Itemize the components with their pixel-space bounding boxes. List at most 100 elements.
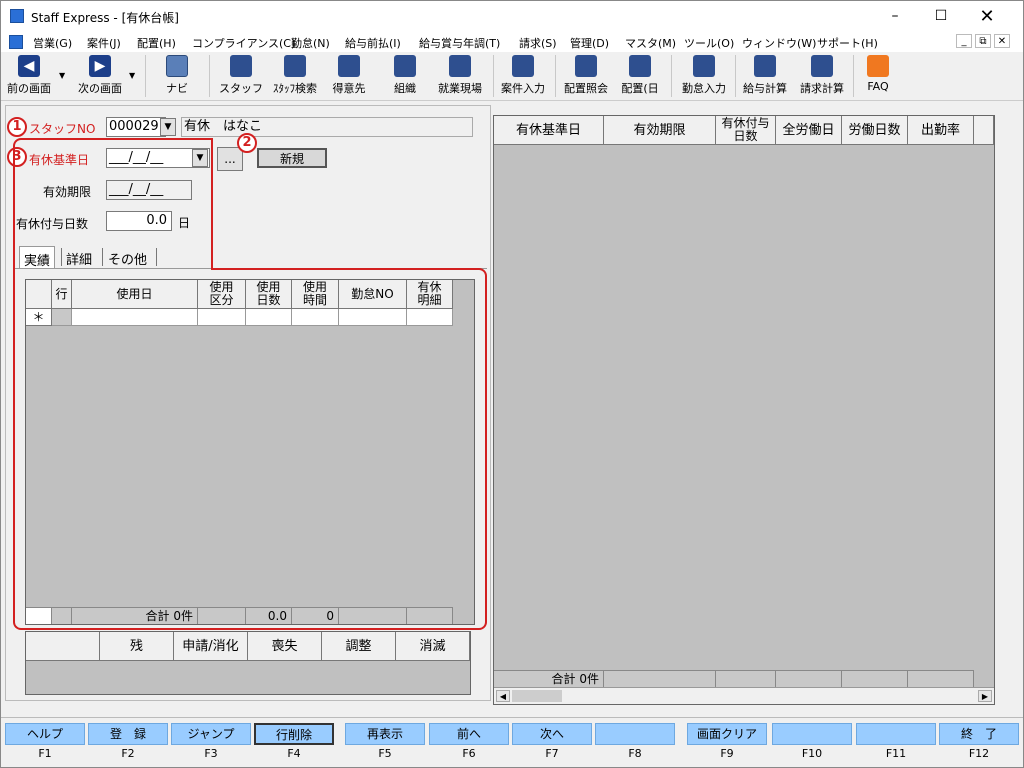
toolbar-separator: [735, 55, 736, 97]
assign-inquiry-button[interactable]: 配置照会: [561, 55, 611, 99]
f9-key-label: F9: [720, 747, 734, 760]
toolbar-separator: [671, 55, 672, 97]
case-entry-button[interactable]: 案件入力: [497, 55, 549, 99]
mdi-minimize-icon[interactable]: _: [956, 34, 972, 48]
menu-billing[interactable]: 請求(S): [519, 35, 557, 51]
ellipsis-button[interactable]: ...: [217, 147, 243, 171]
staff-button[interactable]: スタッフ: [219, 55, 263, 99]
col-lost: 喪失: [248, 632, 322, 661]
f8-button[interactable]: [595, 723, 675, 745]
col-blank: [974, 116, 994, 145]
col-attendance-rate: 出勤率: [908, 116, 974, 145]
organization-icon: [394, 55, 416, 77]
faq-button[interactable]: FAQ: [861, 55, 895, 99]
menu-support[interactable]: サポート(H): [817, 35, 878, 51]
f11-key-label: F11: [885, 747, 907, 760]
new-button[interactable]: 新規: [257, 148, 327, 168]
scroll-right-icon[interactable]: ▶: [978, 690, 992, 702]
menu-sales[interactable]: 営業(G): [33, 35, 72, 51]
close-icon[interactable]: ✕: [964, 1, 1010, 32]
menu-master[interactable]: マスタ(M): [625, 35, 676, 51]
toolbar-separator: [493, 55, 494, 97]
assign-day-button[interactable]: 配置(日: [617, 55, 663, 99]
menu-payroll[interactable]: 給与賞与年調(T): [419, 35, 500, 51]
f4-delete-row-button[interactable]: 行削除: [254, 723, 334, 745]
menu-assign[interactable]: 配置(H): [137, 35, 176, 51]
maximize-icon[interactable]: ☐: [918, 1, 964, 32]
col-base-date: 有休基準日: [494, 116, 604, 145]
f10-button[interactable]: [772, 723, 852, 745]
col-total-workdays: 全労働日: [776, 116, 842, 145]
menu-admin[interactable]: 管理(D): [570, 35, 609, 51]
menu-bar: 営業(G) 案件(J) 配置(H) コンプライアンス(C) 勤怠(N) 給与前払…: [1, 32, 1023, 52]
attendance-entry-button[interactable]: 勤怠入力: [677, 55, 731, 99]
app-menu-icon[interactable]: [9, 35, 23, 49]
scroll-thumb[interactable]: [512, 690, 562, 702]
f6-prev-button[interactable]: 前へ: [429, 723, 509, 745]
staff-no-field[interactable]: 000029: [106, 117, 166, 137]
toolbar-separator: [853, 55, 854, 97]
staff-no-dropdown-icon[interactable]: ▼: [160, 118, 176, 136]
menu-tools[interactable]: ツール(O): [684, 35, 734, 51]
building-icon: [338, 55, 360, 77]
f8-key-label: F8: [628, 747, 642, 760]
case-entry-icon: [512, 55, 534, 77]
menu-advance-pay[interactable]: 給与前払(I): [345, 35, 401, 51]
attendance-entry-icon: [693, 55, 715, 77]
worksite-icon: [449, 55, 471, 77]
summary-grid: 残 申請/消化 喪失 調整 消滅: [25, 631, 471, 695]
back-dropdown-icon[interactable]: ▼: [59, 71, 65, 80]
col-expiry: 有効期限: [604, 116, 716, 145]
history-total: 合計 0件: [494, 670, 604, 687]
footer-cell: [842, 670, 908, 687]
bill-calc-button[interactable]: 請求計算: [795, 55, 849, 99]
summary-corner: [26, 632, 100, 661]
scroll-left-icon[interactable]: ◀: [496, 690, 510, 702]
faq-icon: [867, 55, 889, 77]
menu-window[interactable]: ウィンドウ(W): [742, 35, 816, 51]
minimize-icon[interactable]: –: [872, 1, 918, 32]
horizontal-scrollbar[interactable]: ◀ ▶: [494, 687, 994, 704]
highlight-frame: [13, 138, 213, 270]
forward-dropdown-icon[interactable]: ▼: [129, 71, 135, 80]
toolbar-separator: [209, 55, 210, 97]
f9-clear-button[interactable]: 画面クリア: [687, 723, 767, 745]
f7-key-label: F7: [545, 747, 559, 760]
staff-search-button[interactable]: ｽﾀｯﾌ検索: [267, 55, 323, 99]
menu-case[interactable]: 案件(J): [87, 35, 121, 51]
f3-jump-button[interactable]: ジャンプ: [171, 723, 251, 745]
f11-button[interactable]: [856, 723, 936, 745]
staff-name-field: 有休 はなこ: [181, 117, 473, 137]
col-expired: 消滅: [396, 632, 470, 661]
col-workdays: 労働日数: [842, 116, 908, 145]
worksite-button[interactable]: 就業現場: [433, 55, 487, 99]
back-arrow-icon: ◀: [18, 55, 40, 77]
forward-arrow-icon: ▶: [89, 55, 111, 77]
footer-cell: [604, 670, 716, 687]
history-grid: 有休基準日 有効期限 有休付与 日数 全労働日 労働日数 出勤率 合計 0件 ◀…: [493, 115, 995, 705]
back-button[interactable]: ◀ 前の画面: [5, 55, 53, 99]
f12-exit-button[interactable]: 終 了: [939, 723, 1019, 745]
marker-2: 2: [237, 133, 257, 153]
assign-inquiry-icon: [575, 55, 597, 77]
pay-calc-button[interactable]: 給与計算: [739, 55, 791, 99]
menu-compliance[interactable]: コンプライアンス(C): [192, 35, 295, 51]
f7-next-button[interactable]: 次へ: [512, 723, 592, 745]
mdi-restore-icon[interactable]: ⧉: [975, 34, 991, 48]
forward-button[interactable]: ▶ 次の画面: [73, 55, 127, 99]
navi-button[interactable]: ナビ: [159, 55, 195, 99]
f3-key-label: F3: [204, 747, 218, 760]
staff-icon: [230, 55, 252, 77]
customer-button[interactable]: 得意先: [327, 55, 371, 99]
f5-refresh-button[interactable]: 再表示: [345, 723, 425, 745]
mdi-close-icon[interactable]: ✕: [994, 34, 1010, 48]
marker-1: 1: [7, 117, 27, 137]
bill-calc-icon: [811, 55, 833, 77]
highlight-frame: [211, 268, 487, 630]
f1-help-button[interactable]: ヘルプ: [5, 723, 85, 745]
menu-attendance[interactable]: 勤怠(N): [291, 35, 330, 51]
highlight-frame: [211, 138, 213, 270]
app-window: Staff Express - [有休台帳] – ☐ ✕ 営業(G) 案件(J)…: [0, 0, 1024, 768]
f2-register-button[interactable]: 登 録: [88, 723, 168, 745]
organization-button[interactable]: 組織: [385, 55, 425, 99]
